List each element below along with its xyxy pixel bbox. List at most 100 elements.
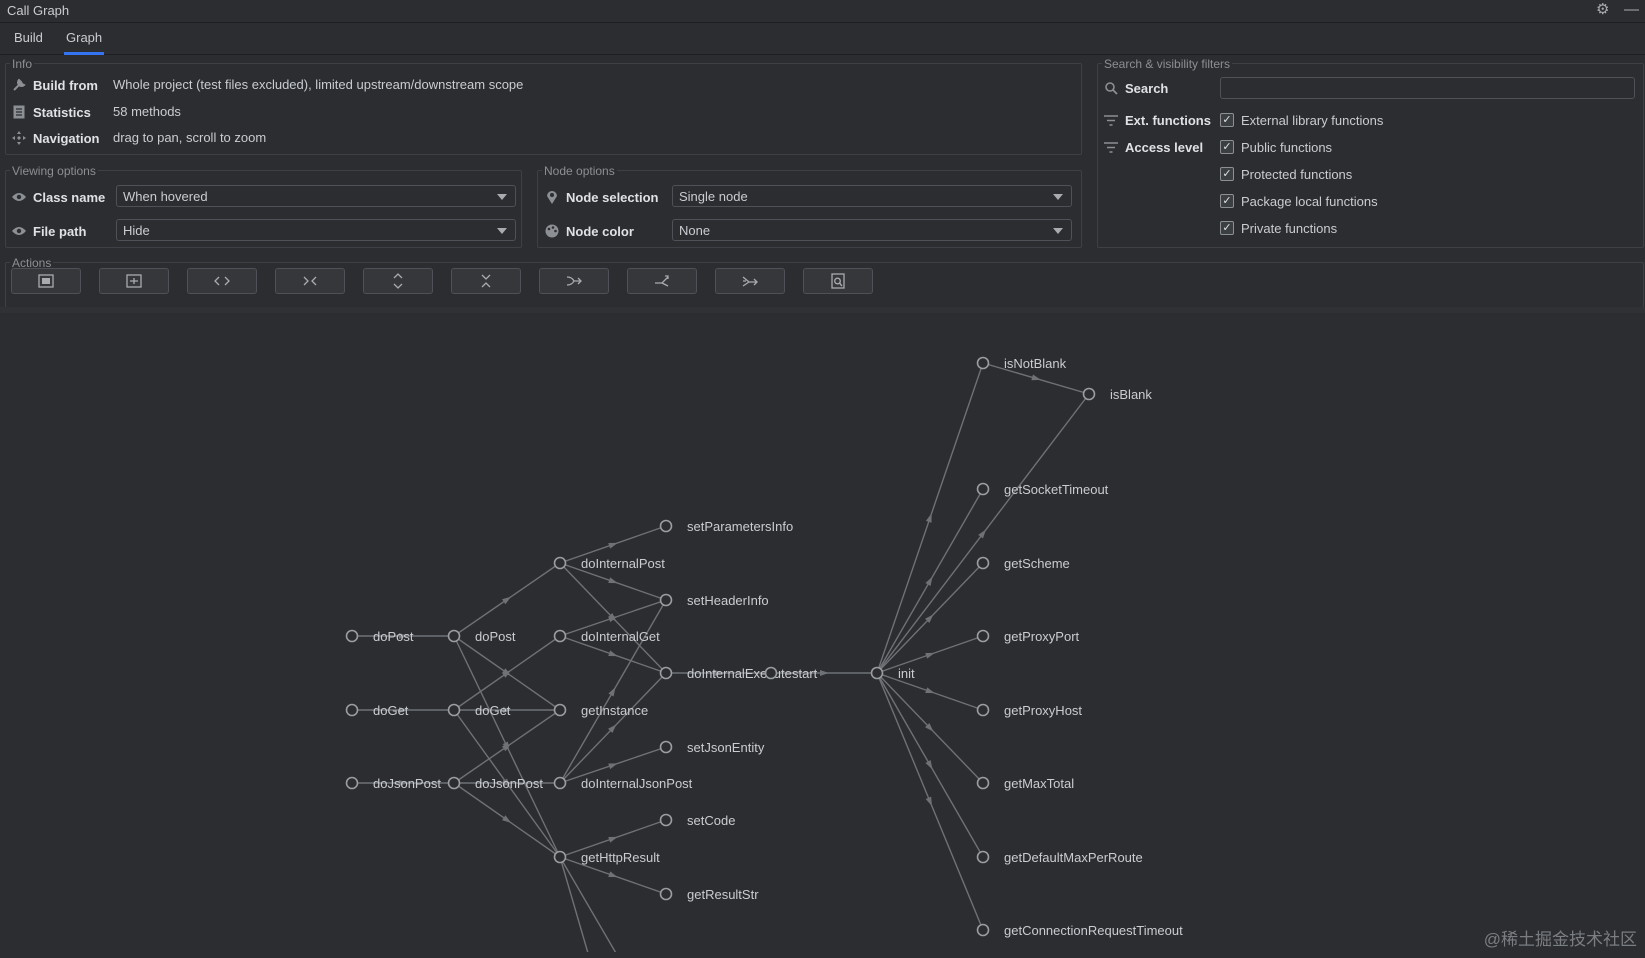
node-circle[interactable] [659,887,673,901]
node-circle[interactable] [553,556,567,570]
gear-icon[interactable]: ⚙ [1596,2,1609,18]
graph-node[interactable]: start [764,666,818,681]
tab-graph[interactable]: Graph [64,30,105,55]
expand-vertical-button[interactable] [363,268,433,294]
node-circle[interactable] [659,666,673,680]
node-circle[interactable] [976,776,990,790]
node-circle[interactable] [553,703,567,717]
access-level-label: Access level [1125,139,1204,155]
checkbox-label: Package local functions [1241,193,1378,209]
navigation-row: Navigation [11,127,99,149]
node-circle[interactable] [976,629,990,643]
graph-node[interactable]: isNotBlank [976,356,1067,371]
statistics-label: Statistics [33,104,91,120]
node-label: doInternalGet [581,629,660,644]
graph-node[interactable]: getProxyHost [976,703,1083,718]
filters-group: Search & visibility filters Search Ext. … [1097,57,1644,248]
collapse-horizontal-button[interactable] [275,268,345,294]
access-level-row: Access level [1103,136,1203,158]
graph-node[interactable]: getProxyPort [976,629,1080,644]
node-circle[interactable] [345,629,359,643]
graph-node[interactable]: setJsonEntity [659,740,765,755]
fit-graph-icon [38,274,54,288]
edge-arrow [608,836,618,843]
node-circle[interactable] [447,703,461,717]
node-circle[interactable] [345,703,359,717]
file-path-select[interactable]: Hide [116,219,516,241]
fit-best-icon [126,274,142,288]
eye-icon [11,223,27,239]
graph-node[interactable]: getScheme [976,556,1070,571]
node-circle[interactable] [553,850,567,864]
node-label: getScheme [1004,556,1070,571]
node-circle[interactable] [976,923,990,937]
checkbox-external-library[interactable]: ✓ External library functions [1220,111,1383,129]
node-circle[interactable] [345,776,359,790]
node-circle[interactable] [659,813,673,827]
graph-node[interactable]: setCode [659,813,736,828]
node-circle[interactable] [447,629,461,643]
graph-node[interactable]: doInternalPost [553,556,666,571]
node-circle[interactable] [659,593,673,607]
graph-node[interactable]: getInstance [553,703,649,718]
graph-node[interactable]: getMaxTotal [976,776,1075,791]
node-circle[interactable] [659,740,673,754]
graph-node[interactable]: getConnectionRequestTimeout [976,923,1184,938]
graph-node[interactable]: doPost [447,629,516,644]
node-label: start [792,666,818,681]
call-graph[interactable]: doPost doGet doJsonPost doPost doGet doJsonPo… [0,313,1645,958]
graph-node[interactable]: getHttpResult [553,850,661,865]
graph-node[interactable]: doGet [345,703,409,718]
node-circle[interactable] [976,556,990,570]
search-input[interactable] [1220,77,1635,99]
edge-arrow [608,542,618,549]
fit-graph-button[interactable] [11,268,81,294]
minimize-icon[interactable]: — [1624,2,1639,18]
collapse-vertical-button[interactable] [451,268,521,294]
graph-node[interactable]: setParametersInfo [659,519,794,534]
node-circle[interactable] [447,776,461,790]
tab-build[interactable]: Build [12,30,45,52]
screenshot-button[interactable] [803,268,873,294]
graph-node[interactable]: getSocketTimeout [976,482,1109,497]
ext-functions-row: Ext. functions [1103,109,1211,131]
statistics-row: Statistics [11,101,91,123]
title-bar: Call Graph ⚙ — [0,0,1645,23]
fit-best-button[interactable] [99,268,169,294]
checkbox-protected[interactable]: ✓ Protected functions [1220,165,1352,183]
node-label: doJsonPost [373,776,441,791]
node-circle[interactable] [976,356,990,370]
checkbox-public[interactable]: ✓ Public functions [1220,138,1332,156]
node-circle[interactable] [553,776,567,790]
graph-node[interactable]: doInternalGet [553,629,661,644]
node-circle[interactable] [1082,387,1096,401]
node-circle[interactable] [870,666,884,680]
layout-upstream-button[interactable] [627,268,697,294]
node-circle[interactable] [976,482,990,496]
node-color-row: Node color [544,220,634,242]
collapse-horizontal-icon [303,276,317,286]
node-circle[interactable] [553,629,567,643]
node-selection-select[interactable]: Single node [672,185,1072,207]
layout-downstream-button[interactable] [715,268,785,294]
node-selection-select-value: Single node [679,189,748,204]
class-name-select[interactable]: When hovered [116,185,516,207]
layout-downstream-icon [742,276,758,287]
node-color-select[interactable]: None [672,219,1072,241]
node-circle[interactable] [976,703,990,717]
node-circle[interactable] [764,666,778,680]
graph-canvas[interactable]: doPost doGet doJsonPost doPost doGet doJsonPo… [0,307,1645,958]
graph-node[interactable]: getResultStr [659,887,760,902]
graph-node[interactable]: doPost [345,629,414,644]
node-circle[interactable] [976,850,990,864]
layout-left-right-button[interactable] [539,268,609,294]
checkbox-package-local[interactable]: ✓ Package local functions [1220,192,1378,210]
node-circle[interactable] [659,519,673,533]
graph-node[interactable]: getDefaultMaxPerRoute [976,850,1143,865]
graph-node[interactable]: setHeaderInfo [659,593,769,608]
chevron-down-icon [497,194,507,200]
expand-horizontal-button[interactable] [187,268,257,294]
chevron-down-icon [1053,228,1063,234]
graph-node[interactable]: isBlank [1082,387,1153,402]
checkbox-private[interactable]: ✓ Private functions [1220,219,1337,237]
